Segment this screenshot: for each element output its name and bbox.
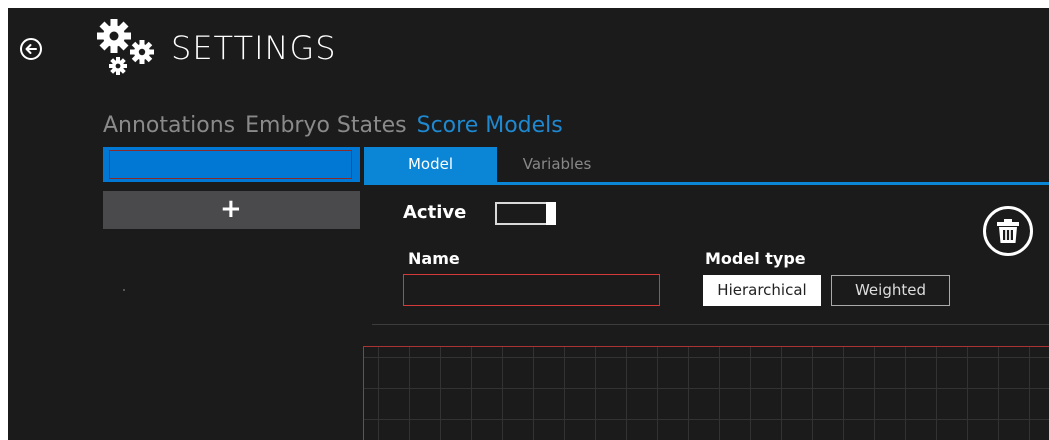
delete-model-button[interactable] [983, 206, 1033, 256]
settings-window: SETTINGS Annotations Embryo States Score M… [8, 8, 1049, 440]
model-editor: Model Variables [364, 147, 1049, 185]
model-canvas-grid[interactable] [363, 346, 1049, 440]
name-input[interactable] [403, 274, 660, 306]
model-type-label: Model type [705, 249, 806, 268]
divider [372, 324, 1049, 325]
trash-icon [997, 219, 1019, 243]
tab-embryo-states[interactable]: Embryo States [245, 113, 407, 138]
active-toggle[interactable] [495, 202, 556, 225]
back-arrow-icon [25, 44, 37, 54]
tab-variables[interactable]: Variables [497, 147, 617, 182]
add-model-button[interactable]: + [103, 191, 360, 229]
list-item-selected[interactable] [103, 147, 360, 182]
tab-annotations[interactable]: Annotations [103, 113, 235, 138]
tab-model[interactable]: Model [364, 147, 497, 182]
toggle-knob [546, 202, 556, 225]
model-type-hierarchical[interactable]: Hierarchical [703, 275, 821, 306]
name-label: Name [408, 249, 460, 268]
active-label: Active [403, 202, 467, 223]
tab-score-models[interactable]: Score Models [417, 113, 563, 138]
back-button[interactable] [20, 38, 42, 60]
list-separator-dot [123, 289, 125, 291]
gears-icon [97, 19, 154, 75]
score-model-list: + [103, 147, 360, 229]
page-title: SETTINGS [171, 29, 337, 67]
model-type-weighted[interactable]: Weighted [831, 275, 950, 306]
top-tab-bar: Annotations Embryo States Score Models [103, 112, 573, 140]
list-item-empty-name [109, 150, 352, 179]
sub-tab-bar: Model Variables [364, 147, 1049, 185]
plus-icon: + [220, 194, 242, 224]
